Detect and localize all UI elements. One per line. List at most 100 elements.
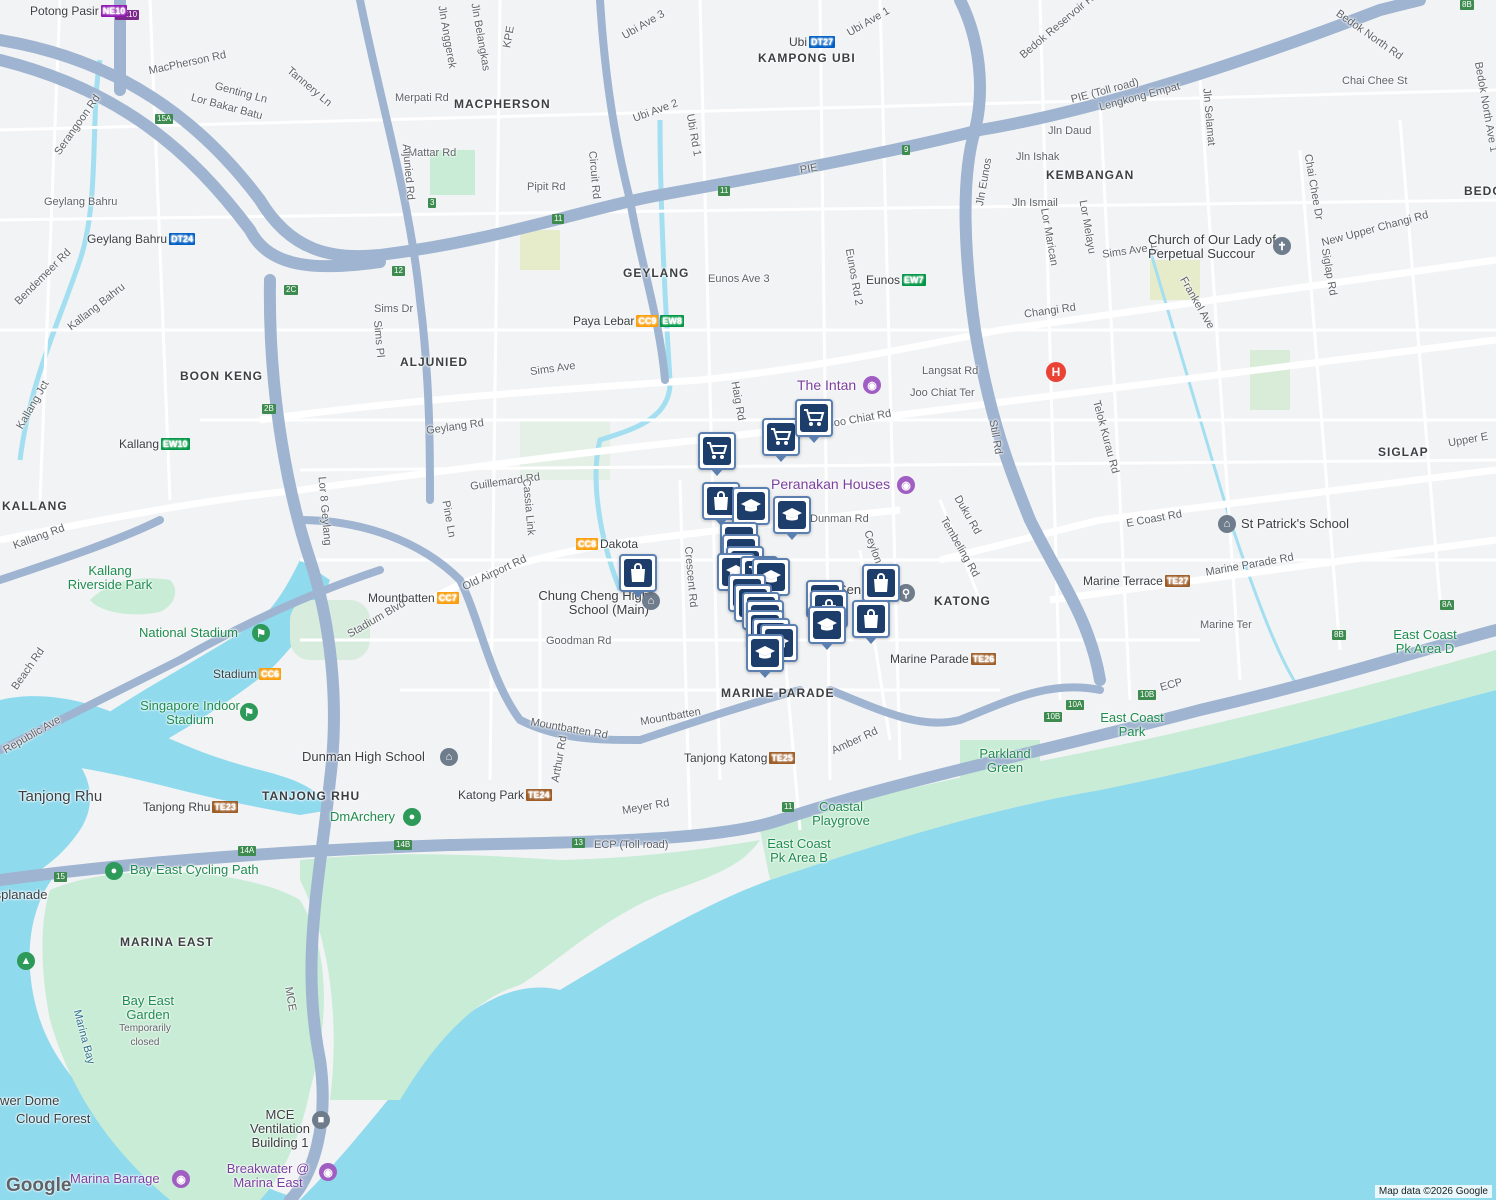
district-kembangan: KEMBANGAN (1046, 168, 1135, 182)
map-canvas[interactable]: MACPHERSON KAMPONG UBI KEMBANGAN GEYLANG… (0, 0, 1496, 1200)
place-the-intan[interactable]: The Intan (797, 378, 856, 392)
place-mce-ventilation[interactable]: MCE Ventilation Building 1 (250, 1108, 310, 1150)
place-ecp-area-d[interactable]: East Coast Pk Area D (1390, 628, 1460, 656)
bag-icon (857, 605, 885, 633)
place-dmarchery[interactable]: DmArchery (330, 810, 395, 824)
station-paya-lebar[interactable]: Paya Lebar CC9 EW8 (573, 314, 684, 328)
highway-shield: 11 (782, 802, 795, 812)
building-icon: ■ (312, 1111, 330, 1129)
school-marker[interactable] (773, 496, 811, 540)
station-mountbatten[interactable]: Mountbatten CC7 (368, 591, 459, 605)
station-name: Marine Terrace (1083, 574, 1163, 588)
district-kallang: KALLANG (2, 499, 68, 513)
station-katong-park[interactable]: Katong Park TE24 (458, 788, 552, 802)
station-marine-parade[interactable]: Marine Parade TE26 (890, 652, 997, 666)
road-label: Dunman Rd (810, 513, 869, 525)
hospital-icon[interactable]: H (1046, 362, 1066, 382)
stadium-icon: ⚑ (240, 703, 258, 721)
graduation-cap-icon (813, 611, 841, 639)
highway-shield: 9 (902, 145, 911, 155)
highway-shield: 13 (572, 838, 585, 848)
shopping-bag-marker[interactable] (852, 600, 890, 644)
highway-shield: 8B (1460, 0, 1474, 10)
shopping-cart-marker[interactable] (795, 399, 833, 443)
place-coastal-playgrove[interactable]: Coastal Playgrove (806, 800, 876, 828)
google-logo: Google (6, 1175, 72, 1196)
road-label: Merpati Rd (395, 92, 449, 104)
station-potong-pasir[interactable]: Potong Pasir NE10 (30, 4, 128, 18)
school-marker[interactable] (808, 606, 846, 650)
line-badge: TE27 (1164, 575, 1191, 587)
place-dunman-high[interactable]: Dunman High School (302, 750, 425, 764)
highway-shield: 8A (1440, 600, 1454, 610)
place-status: Temporarily closed (119, 1023, 171, 1048)
station-eunos[interactable]: Eunos EW7 (866, 273, 926, 287)
highway-shield: 10A (1066, 700, 1085, 710)
place-kallang-riverside-park[interactable]: Kallang Riverside Park (60, 564, 160, 592)
station-name: Stadium (213, 667, 258, 681)
line-badge: CC8 (576, 538, 599, 550)
museum-icon: ◉ (863, 376, 881, 394)
map-attribution: Map data ©2026 Google (1374, 1185, 1492, 1198)
shopping-bag-marker[interactable] (619, 554, 657, 598)
station-tanjong-katong[interactable]: Tanjong Katong TE25 (684, 751, 795, 765)
museum-icon: ◉ (897, 476, 915, 494)
station-ubi[interactable]: Ubi DT27 (789, 35, 836, 49)
station-geylang-bahru[interactable]: Geylang Bahru DT24 (87, 232, 196, 246)
road-label: Eunos Ave 3 (708, 273, 770, 285)
highway-shield: 8B (1332, 630, 1346, 640)
place-cloud-forest[interactable]: Cloud Forest (16, 1112, 90, 1126)
shopping-bag-marker[interactable] (862, 564, 900, 608)
road-label: Chai Chee St (1342, 75, 1408, 87)
road-label: Goodman Rd (546, 635, 612, 647)
park-icon: ● (105, 862, 123, 880)
place-ecp-area-b[interactable]: East Coast Pk Area B (764, 837, 834, 865)
place-st-patricks-school[interactable]: St Patrick's School (1241, 517, 1349, 531)
line-badge: CC9 (636, 315, 659, 327)
station-marine-terrace[interactable]: Marine Terrace TE27 (1083, 574, 1191, 588)
stadium-icon: ⚑ (252, 624, 270, 642)
place-tanjong-rhu: Tanjong Rhu (18, 788, 103, 805)
place-chung-cheng-high[interactable]: Chung Cheng High School (Main) (519, 589, 649, 617)
place-peranakan-houses[interactable]: Peranakan Houses (771, 477, 890, 491)
station-tanjong-rhu[interactable]: Tanjong Rhu TE23 (143, 800, 238, 814)
line-badge: TE25 (769, 752, 795, 764)
district-macpherson: MACPHERSON (454, 97, 551, 111)
station-name: Marine Parade (890, 652, 969, 666)
line-badge: DT27 (809, 36, 836, 48)
station-stadium[interactable]: Stadium CC6 (213, 667, 282, 681)
place-national-stadium[interactable]: National Stadium (139, 626, 238, 640)
station-name: Kallang (119, 437, 160, 451)
line-badge: TE24 (526, 789, 552, 801)
line-badge: CC6 (259, 668, 282, 680)
road-label: Jln Ishak (1016, 151, 1060, 163)
school-marker[interactable] (746, 634, 784, 678)
highway-shield: 14A (238, 846, 257, 856)
highway-shield: 11 (552, 214, 565, 224)
station-name: Paya Lebar (573, 314, 635, 328)
place-flower-dome[interactable]: Flower Dome (0, 1094, 59, 1108)
highway-shield: 15 (54, 872, 67, 882)
church-icon: ✝ (1273, 237, 1291, 255)
place-parkland-green[interactable]: Parkland Green (972, 747, 1038, 775)
school-marker[interactable] (732, 487, 770, 531)
line-badge: TE26 (970, 653, 997, 665)
place-east-coast-park[interactable]: East Coast Park (1092, 711, 1172, 739)
highway-shield: 15A (155, 114, 174, 124)
place-indoor-stadium[interactable]: Singapore Indoor Stadium (140, 699, 240, 727)
place-church[interactable]: Church of Our Lady of Perpetual Succour (1148, 233, 1278, 261)
highway-shield: 2C (284, 285, 299, 295)
district-kampong-ubi: KAMPONG UBI (758, 51, 856, 65)
district-marine-parade: MARINE PARADE (721, 686, 835, 700)
line-badge: EW10 (161, 438, 190, 450)
station-kallang[interactable]: Kallang EW10 (119, 437, 190, 451)
district-geylang: GEYLANG (623, 266, 690, 280)
highway-shield: 12 (392, 266, 405, 276)
place-bay-east-garden[interactable]: Bay East Garden (118, 994, 178, 1022)
place-marina-barrage[interactable]: Marina Barrage (70, 1172, 160, 1186)
shopping-cart-marker[interactable] (698, 432, 736, 476)
line-badge: EW7 (902, 274, 926, 286)
place-bay-east-cycling-path[interactable]: Bay East Cycling Path (130, 863, 259, 877)
place-breakwater[interactable]: Breakwater @ Marina East (222, 1162, 314, 1190)
station-dakota[interactable]: CC8 Dakota (576, 537, 638, 551)
